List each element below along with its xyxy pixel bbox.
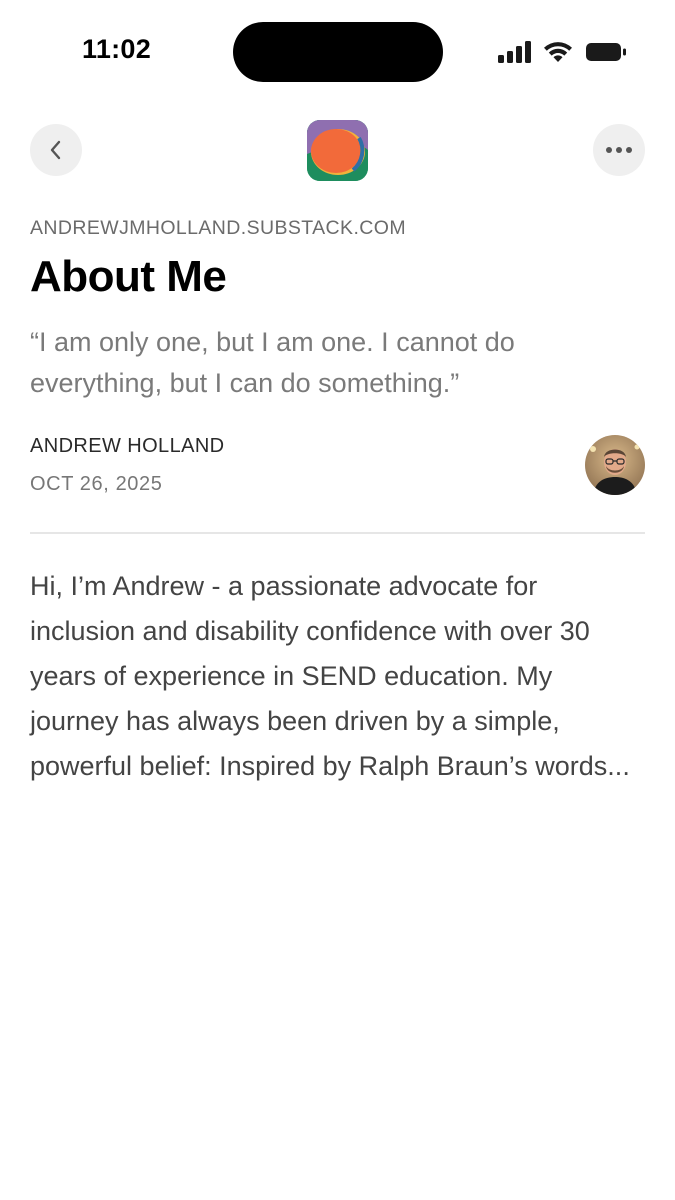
- publication-logo-icon: [307, 120, 368, 181]
- author-avatar[interactable]: [585, 435, 645, 495]
- post-date: OCT 26, 2025: [30, 473, 163, 495]
- chevron-left-icon: [50, 140, 61, 160]
- battery-icon: [585, 41, 627, 63]
- dynamic-island: [233, 22, 443, 82]
- avatar-photo: [585, 435, 645, 495]
- status-time: 11:02: [82, 34, 152, 64]
- cellular-signal-icon: [498, 41, 531, 63]
- top-navigation: [0, 118, 675, 184]
- article-body: Hi, I’m Andrew - a passionate advocate f…: [30, 571, 630, 781]
- publication-domain[interactable]: ANDREWJMHOLLAND.SUBSTACK.COM: [30, 217, 406, 240]
- divider: [30, 532, 645, 534]
- page-title: About Me: [30, 252, 227, 301]
- author-name[interactable]: ANDREW HOLLAND: [30, 435, 225, 458]
- wifi-icon: [542, 40, 574, 64]
- ellipsis-icon: [606, 147, 612, 153]
- back-button[interactable]: [30, 124, 82, 176]
- status-bar: 11:02: [0, 0, 675, 100]
- status-icons: [498, 38, 627, 66]
- ellipsis-icon-dot: [626, 147, 632, 153]
- article-subtitle: “I am only one, but I am one. I cannot d…: [30, 327, 515, 398]
- ellipsis-icon-dot: [616, 147, 622, 153]
- more-options-button[interactable]: [593, 124, 645, 176]
- publication-logo[interactable]: [307, 120, 368, 181]
